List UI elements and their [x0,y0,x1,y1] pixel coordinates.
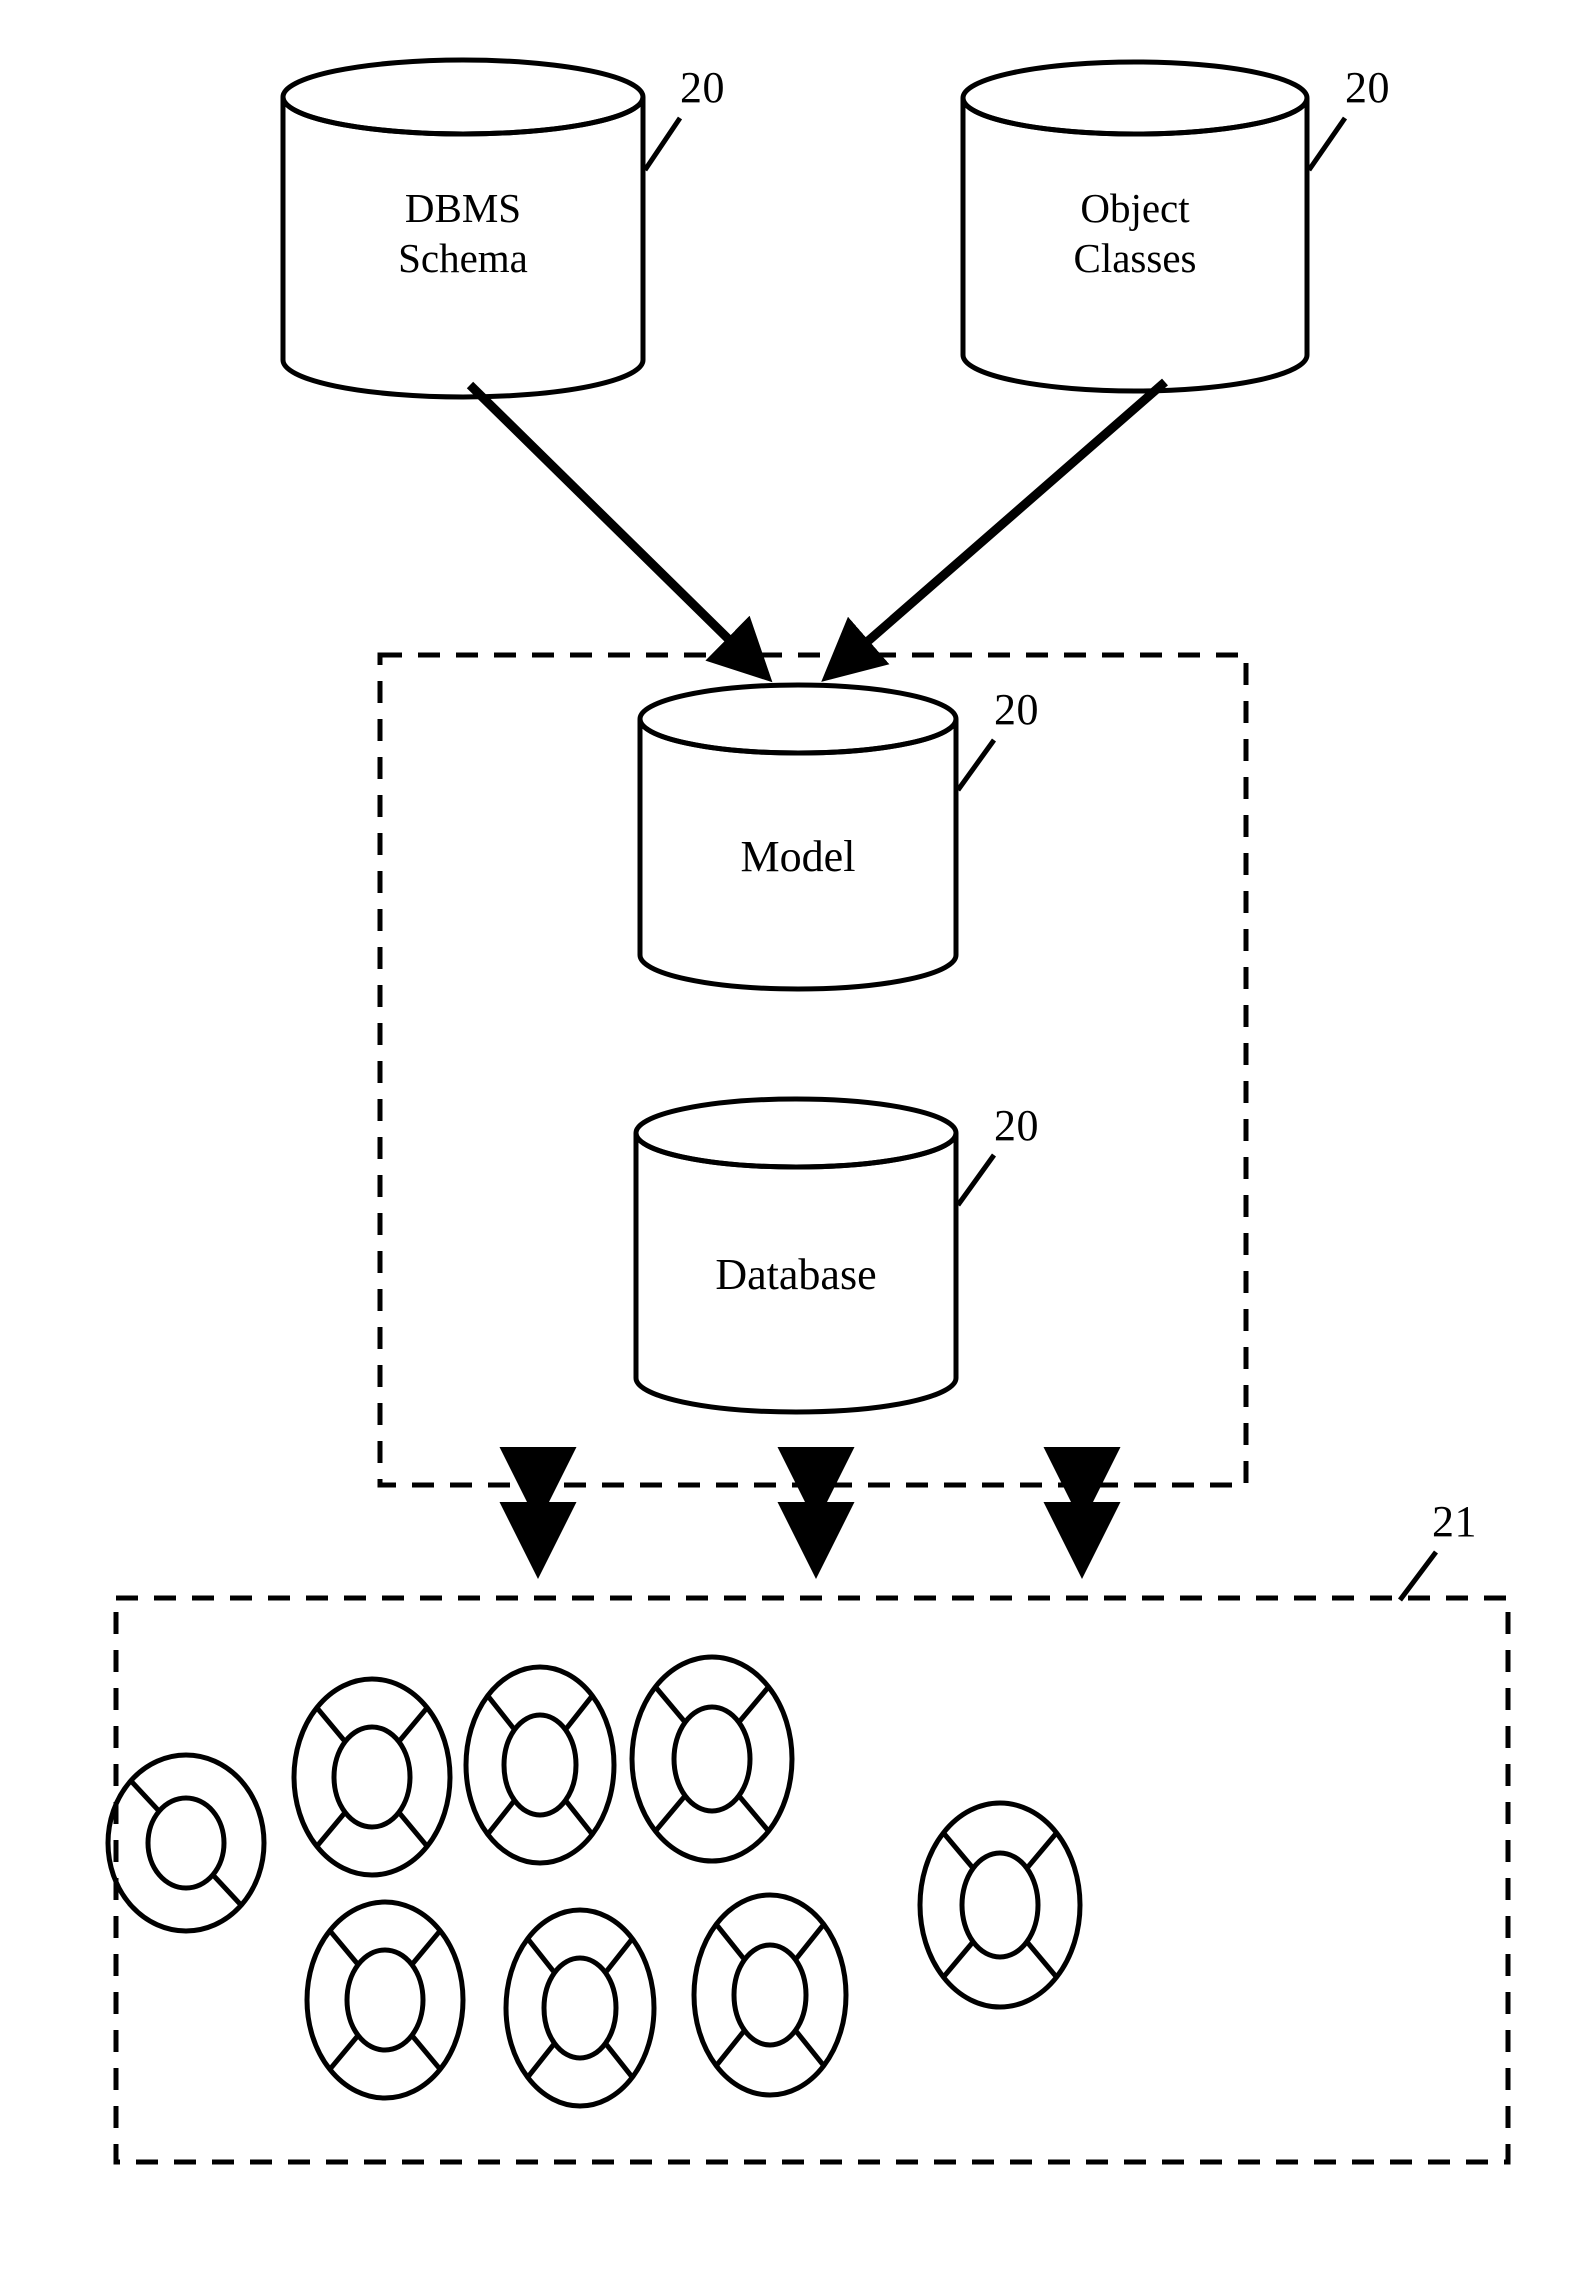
label-database: Database [715,1250,877,1299]
wheel-spoke [525,1937,557,1975]
figure-canvas [105,57,1511,2165]
arrow-classes-to-model [821,378,1168,682]
leader-line-object-classes [1306,116,1348,172]
patent-figure: DBMS Schema Object Classes Model Databas… [0,0,1584,2276]
wheel-spoke [409,1929,443,1967]
label-model: Model [740,832,856,881]
wheel-spoke [736,1794,771,1833]
wheel-spoke [941,1940,976,1979]
ref-numeral-object-classes: 20 [1345,63,1390,112]
wheel-spoke [327,1929,361,1967]
wheel-inner-circle [145,1795,227,1891]
wheel-spoke [129,1779,161,1813]
wheel-icon [105,1752,267,1934]
wheel-spoke [793,1922,826,1962]
ref-numeral-database: 20 [994,1101,1039,1150]
wheel-spoke [314,1810,348,1848]
leader-line-bottom-container [1398,1550,1438,1602]
wheel-inner-circle [344,1947,426,2053]
wheel-spoke [525,2041,557,2079]
wheel-inner-circle [501,1712,579,1818]
wheel-spoke [736,1685,771,1724]
wheel-spoke [563,1694,595,1732]
wheel-spoke [1024,1940,1059,1979]
ref-numeral-dbms-schema: 20 [680,63,725,112]
wheel-spoke [714,2028,747,2068]
wheel-inner-circle [541,1955,619,2061]
wheel-icon [503,1907,657,2109]
wheel-spoke [485,1694,517,1732]
wheel-spoke [603,2041,635,2079]
wheel-spoke [793,2028,826,2068]
leader-line-dbms-schema [642,116,683,172]
wheel-inner-circle [331,1724,413,1830]
wheel-inner-circle [671,1704,753,1814]
wheel-spoke [714,1922,747,1962]
label-dbms-schema: DBMS Schema [398,185,528,282]
arrow-schema-to-model [466,381,773,683]
wheel-spoke [653,1685,688,1724]
wheel-spoke [314,1706,348,1744]
label-object-classes: Object Classes [1073,185,1197,282]
leader-line-database [955,1153,997,1207]
wheel-spoke [941,1831,976,1870]
wheel-spoke [396,1706,430,1744]
wheel-spoke [327,2033,361,2071]
wheel-icon [629,1654,795,1864]
wheel-spoke [396,1810,430,1848]
wheel-icon [291,1676,453,1878]
wheel-inner-circle [959,1850,1041,1960]
wheel-spoke [485,1798,517,1836]
leader-line-model [955,738,997,792]
wheel-icon [691,1892,849,2098]
wheel-spoke [1024,1831,1059,1870]
wheel-spoke [211,1873,243,1907]
wheel-inner-circle [731,1942,809,2048]
wheel-spoke [603,1937,635,1975]
wheel-icon [917,1800,1083,2010]
wheel-icon [463,1664,617,1866]
wheel-icon [304,1899,466,2101]
wheel-spoke [409,2033,443,2071]
wheel-spoke [653,1794,688,1833]
ref-numeral-model: 20 [994,685,1039,734]
wheel-spoke [563,1798,595,1836]
wheel-icons-layer [105,1654,1083,2109]
ref-numeral-bottom-container: 21 [1432,1497,1477,1546]
